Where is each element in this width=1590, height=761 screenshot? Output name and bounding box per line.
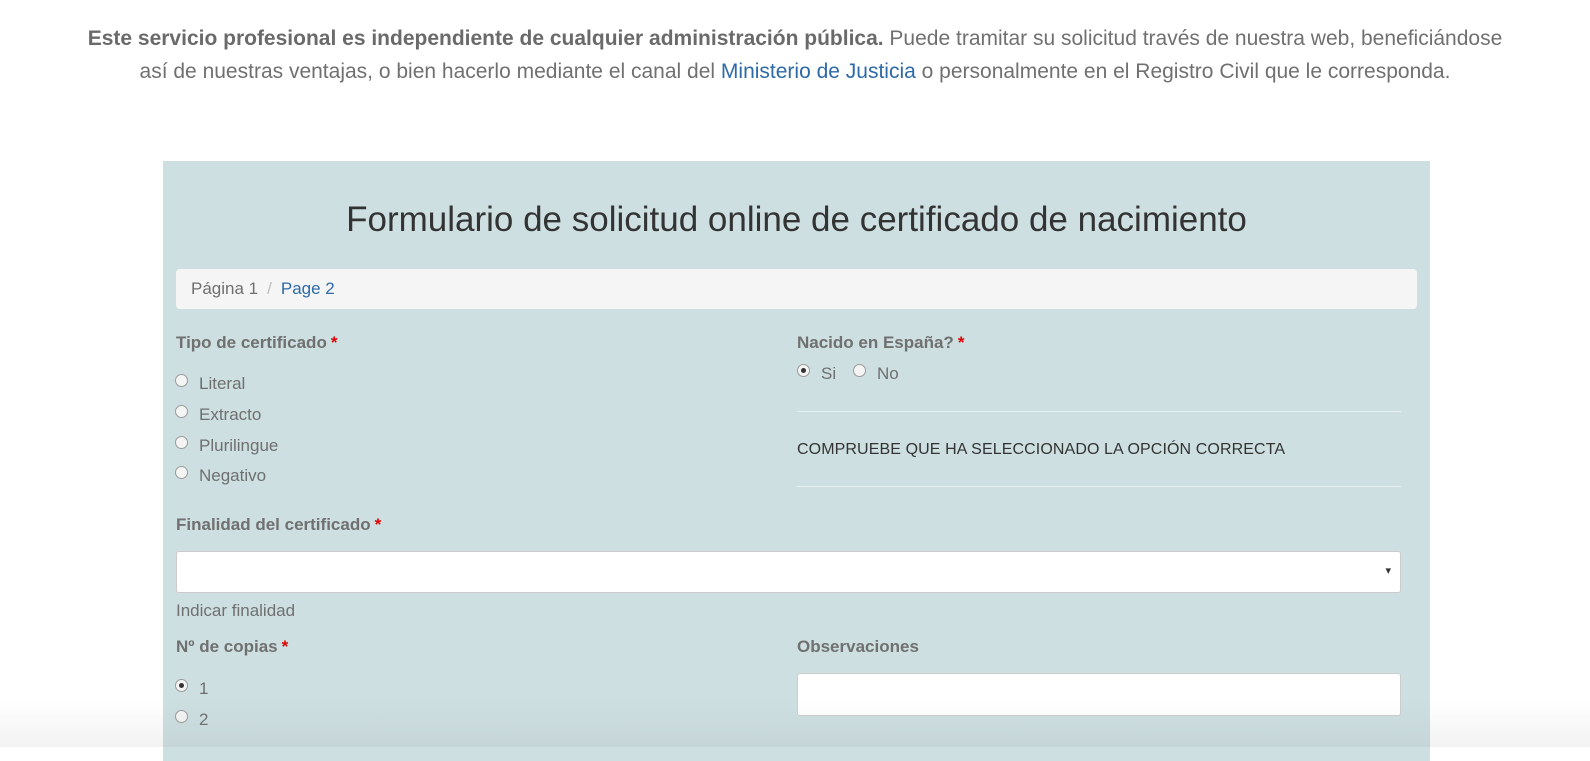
copias-label: Nº de copias *	[176, 637, 288, 657]
intro-bold-text: Este servicio profesional es independien…	[87, 27, 884, 50]
form-panel: Formulario de solicitud online de certif…	[163, 161, 1430, 761]
ministerio-justicia-link[interactable]: Ministerio de Justicia	[721, 60, 916, 83]
radio-button[interactable]	[175, 373, 188, 387]
copias-label-text: Nº de copias	[176, 637, 278, 656]
radio-option-si[interactable]: Si	[797, 363, 837, 384]
radio-button-checked[interactable]	[797, 363, 810, 377]
form-title: Formulario de solicitud online de certif…	[346, 200, 1247, 239]
selection-notice: COMPRUEBE QUE HA SELECCIONADO LA OPCIÓN …	[797, 441, 1286, 458]
breadcrumb: Página 1 / Page 2	[176, 269, 1417, 309]
required-marker: *	[374, 515, 382, 534]
required-marker: *	[957, 333, 965, 352]
radio-button[interactable]	[175, 435, 188, 449]
radio-option-literal[interactable]: Literal	[175, 373, 246, 394]
required-marker: *	[330, 333, 338, 352]
tipo-certificado-label: Tipo de certificado *	[176, 333, 337, 353]
nacido-espana-label-text: Nacido en España?	[797, 333, 954, 352]
radio-button[interactable]	[175, 709, 188, 723]
radio-button-checked[interactable]	[175, 678, 188, 692]
radio-label: Extracto	[199, 405, 262, 424]
radio-option-no[interactable]: No	[853, 363, 899, 384]
radio-option-copias-2[interactable]: 2	[175, 709, 209, 730]
dropdown-arrow-icon: ▾	[1385, 565, 1391, 577]
observaciones-input[interactable]	[797, 673, 1401, 716]
nacido-espana-label: Nacido en España? *	[797, 333, 964, 353]
radio-label: Literal	[199, 374, 246, 393]
radio-button[interactable]	[853, 363, 866, 377]
radio-option-extracto[interactable]: Extracto	[175, 404, 262, 425]
radio-label: 1	[199, 679, 209, 698]
breadcrumb-separator: /	[267, 279, 272, 298]
observaciones-label: Observaciones	[797, 637, 919, 656]
intro-paragraph: Este servicio profesional es independien…	[80, 22, 1510, 88]
radio-label: No	[877, 364, 899, 383]
finalidad-label-text: Finalidad del certificado	[176, 515, 371, 534]
radio-button[interactable]	[175, 465, 188, 479]
radio-label: Si	[821, 364, 837, 383]
breadcrumb-page-2[interactable]: Page 2	[281, 279, 335, 298]
finalidad-label: Finalidad del certificado *	[176, 515, 381, 535]
radio-option-plurilingue[interactable]: Plurilingue	[175, 435, 279, 456]
divider-top	[797, 411, 1401, 412]
radio-option-copias-1[interactable]: 1	[175, 678, 209, 699]
intro-text-part-2: o personalmente en el Registro Civil que…	[915, 60, 1451, 83]
finalidad-select[interactable]: ▾	[176, 551, 1401, 593]
finalidad-help-text: Indicar finalidad	[176, 601, 296, 620]
radio-option-negativo[interactable]: Negativo	[175, 465, 267, 486]
radio-button[interactable]	[175, 404, 188, 418]
radio-label: 2	[199, 710, 209, 729]
divider-bottom	[797, 486, 1401, 487]
required-marker: *	[281, 637, 289, 656]
tipo-certificado-label-text: Tipo de certificado	[176, 333, 327, 352]
radio-label: Negativo	[199, 466, 267, 485]
radio-label: Plurilingue	[199, 436, 279, 455]
breadcrumb-page-1: Página 1	[191, 279, 259, 298]
